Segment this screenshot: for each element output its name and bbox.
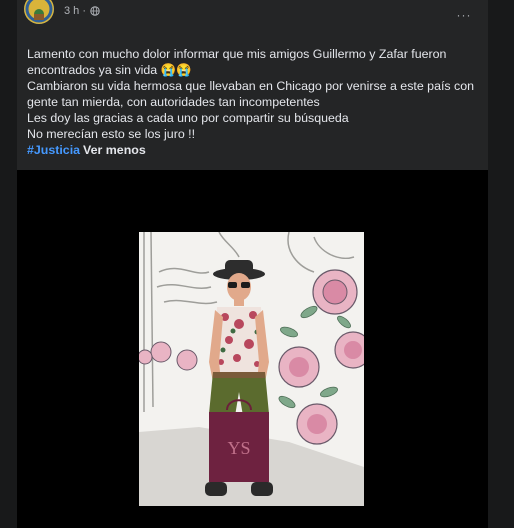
post-text-line: No merecían esto se los juro !! [27,127,196,141]
avatar[interactable] [24,0,54,24]
hashtag-line: #Justicia Ver menos [27,142,482,158]
globe-icon [90,6,100,16]
more-icon: ··· [456,8,472,22]
post-photo[interactable]: YS [139,232,364,506]
post-text-line: Les doy las gracias a cada uno por compa… [27,111,349,125]
post-text-line: gente tan mierda, con autoridades tan in… [27,95,320,109]
hashtag-link[interactable]: #Justicia [27,143,80,157]
post-text-line: Cambiaron su vida hermosa que llevaban e… [27,79,475,93]
post-card: 3 h · ··· Lamento con mucho dolor inform… [17,0,488,528]
post-text: Lamento con mucho dolor informar que mis… [27,46,482,158]
post-text-line: Lamento con mucho dolor informar que mis… [27,47,447,61]
post-header: 3 h · ··· [17,0,488,40]
post-text-line: encontrados ya sin vida 😭😭 [27,63,192,77]
post-media[interactable]: YS [17,170,488,528]
post-meta: 3 h · [64,5,100,17]
see-less-link[interactable]: Ver menos [83,143,146,157]
post-more-button[interactable]: ··· [453,9,475,24]
post-timestamp[interactable]: 3 h · [64,5,86,17]
svg-text:YS: YS [227,438,250,458]
feed-page: ··· 3 h · [0,0,514,528]
